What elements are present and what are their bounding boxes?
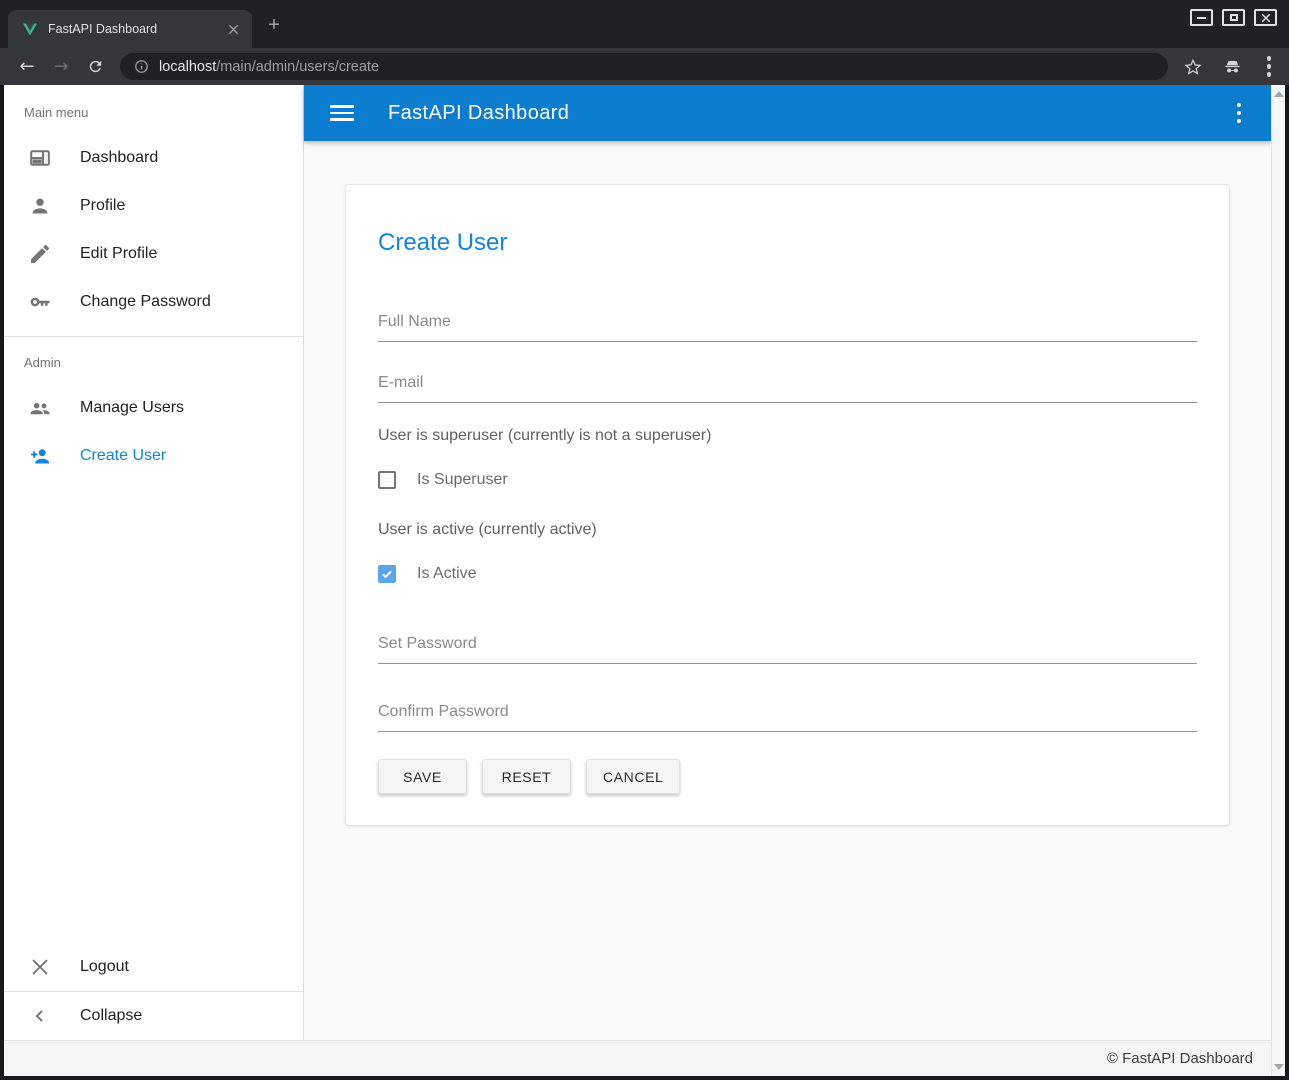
browser-toolbar: ← → localhost/main/admin/users/create <box>0 48 1289 85</box>
sidebar-section-admin: Admin <box>24 355 303 370</box>
sidebar-item-change-password[interactable]: Change Password <box>4 278 303 326</box>
person-add-icon <box>28 444 52 468</box>
person-icon <box>28 194 52 218</box>
sidebar-item-label: Dashboard <box>80 149 158 167</box>
vertical-scrollbar[interactable] <box>1271 85 1285 1076</box>
tab-close-icon[interactable] <box>224 20 242 38</box>
sidebar-item-manage-users[interactable]: Manage Users <box>4 384 303 432</box>
save-button[interactable]: SAVE <box>378 759 467 794</box>
set-password-field[interactable] <box>378 635 1197 664</box>
sidebar-item-label: Change Password <box>80 293 211 311</box>
forward-button-icon[interactable]: → <box>48 54 74 80</box>
is-superuser-checkbox[interactable]: Is Superuser <box>378 471 1197 489</box>
chevron-left-icon <box>28 1004 52 1028</box>
vue-favicon-icon <box>22 22 38 37</box>
scroll-up-arrow-icon[interactable] <box>1274 91 1284 97</box>
bookmark-star-icon[interactable] <box>1184 58 1202 76</box>
reload-button-icon[interactable] <box>82 54 108 80</box>
new-tab-button[interactable]: + <box>262 14 286 38</box>
full-name-field[interactable] <box>378 313 1197 342</box>
active-hint: User is active (currently active) <box>378 521 1197 539</box>
sidebar-divider <box>4 336 303 337</box>
sidebar-item-label: Logout <box>80 958 129 976</box>
sidebar-item-label: Manage Users <box>80 399 184 417</box>
key-icon <box>28 290 52 314</box>
sidebar-item-logout[interactable]: Logout <box>4 943 303 991</box>
email-field[interactable] <box>378 374 1197 403</box>
site-info-icon[interactable] <box>134 59 149 74</box>
checkbox-label: Is Superuser <box>417 471 508 489</box>
is-active-checkbox[interactable]: Is Active <box>378 565 1197 583</box>
app-menu-icon[interactable] <box>1233 99 1246 128</box>
main-content: Create User User is superuser (currently… <box>304 141 1271 1040</box>
sidebar-item-collapse[interactable]: Collapse <box>4 992 303 1040</box>
form-actions: SAVE RESET CANCEL <box>378 759 1197 794</box>
page-title: Create User <box>378 229 1197 257</box>
browser-tab[interactable]: FastAPI Dashboard <box>8 10 252 48</box>
superuser-hint: User is superuser (currently is not a su… <box>378 427 1197 445</box>
app-title: FastAPI Dashboard <box>388 102 569 125</box>
sidebar-item-profile[interactable]: Profile <box>4 182 303 230</box>
back-button-icon[interactable]: ← <box>14 54 40 80</box>
window-minimize-button[interactable] <box>1190 9 1213 26</box>
logout-x-icon <box>28 955 52 979</box>
sidebar-item-dashboard[interactable]: Dashboard <box>4 134 303 182</box>
tab-title: FastAPI Dashboard <box>48 22 224 36</box>
hamburger-menu-icon[interactable] <box>330 105 354 121</box>
browser-tab-strip: FastAPI Dashboard + <box>0 0 1289 48</box>
window-controls <box>1190 9 1277 26</box>
cancel-button[interactable]: CANCEL <box>586 759 680 794</box>
incognito-icon <box>1222 56 1243 77</box>
dashboard-icon <box>28 146 52 170</box>
sidebar-item-label: Profile <box>80 197 125 215</box>
browser-menu-icon[interactable] <box>1263 52 1276 81</box>
sidebar-item-edit-profile[interactable]: Edit Profile <box>4 230 303 278</box>
window-close-button[interactable] <box>1254 9 1277 26</box>
url-text: localhost/main/admin/users/create <box>159 59 379 75</box>
reset-button[interactable]: RESET <box>482 759 571 794</box>
checkbox-label: Is Active <box>417 565 477 583</box>
address-bar[interactable]: localhost/main/admin/users/create <box>120 53 1168 80</box>
sidebar-item-create-user[interactable]: Create User <box>4 432 303 480</box>
create-user-card: Create User User is superuser (currently… <box>345 184 1230 826</box>
app-bar: FastAPI Dashboard <box>304 85 1271 141</box>
checkbox-box[interactable] <box>378 565 396 583</box>
checkbox-box[interactable] <box>378 471 396 489</box>
sidebar-spacer <box>4 480 303 943</box>
pencil-icon <box>28 242 52 266</box>
sidebar: Main menu Dashboard Profile Edit Profile… <box>4 85 304 1040</box>
copyright-text: © FastAPI Dashboard <box>1107 1050 1253 1067</box>
window-maximize-button[interactable] <box>1222 9 1245 26</box>
sidebar-item-label: Collapse <box>80 1007 142 1025</box>
sidebar-item-label: Edit Profile <box>80 245 157 263</box>
group-icon <box>28 396 52 420</box>
confirm-password-field[interactable] <box>378 703 1197 732</box>
scroll-down-arrow-icon[interactable] <box>1274 1064 1284 1070</box>
sidebar-item-label: Create User <box>80 447 166 465</box>
page-viewport: Main menu Dashboard Profile Edit Profile… <box>4 85 1285 1076</box>
page-footer: © FastAPI Dashboard <box>4 1040 1271 1076</box>
url-host: localhost <box>159 59 216 75</box>
url-path: /main/admin/users/create <box>216 59 379 75</box>
toolbar-right-icons <box>1184 52 1276 81</box>
sidebar-section-main-menu: Main menu <box>24 105 303 120</box>
